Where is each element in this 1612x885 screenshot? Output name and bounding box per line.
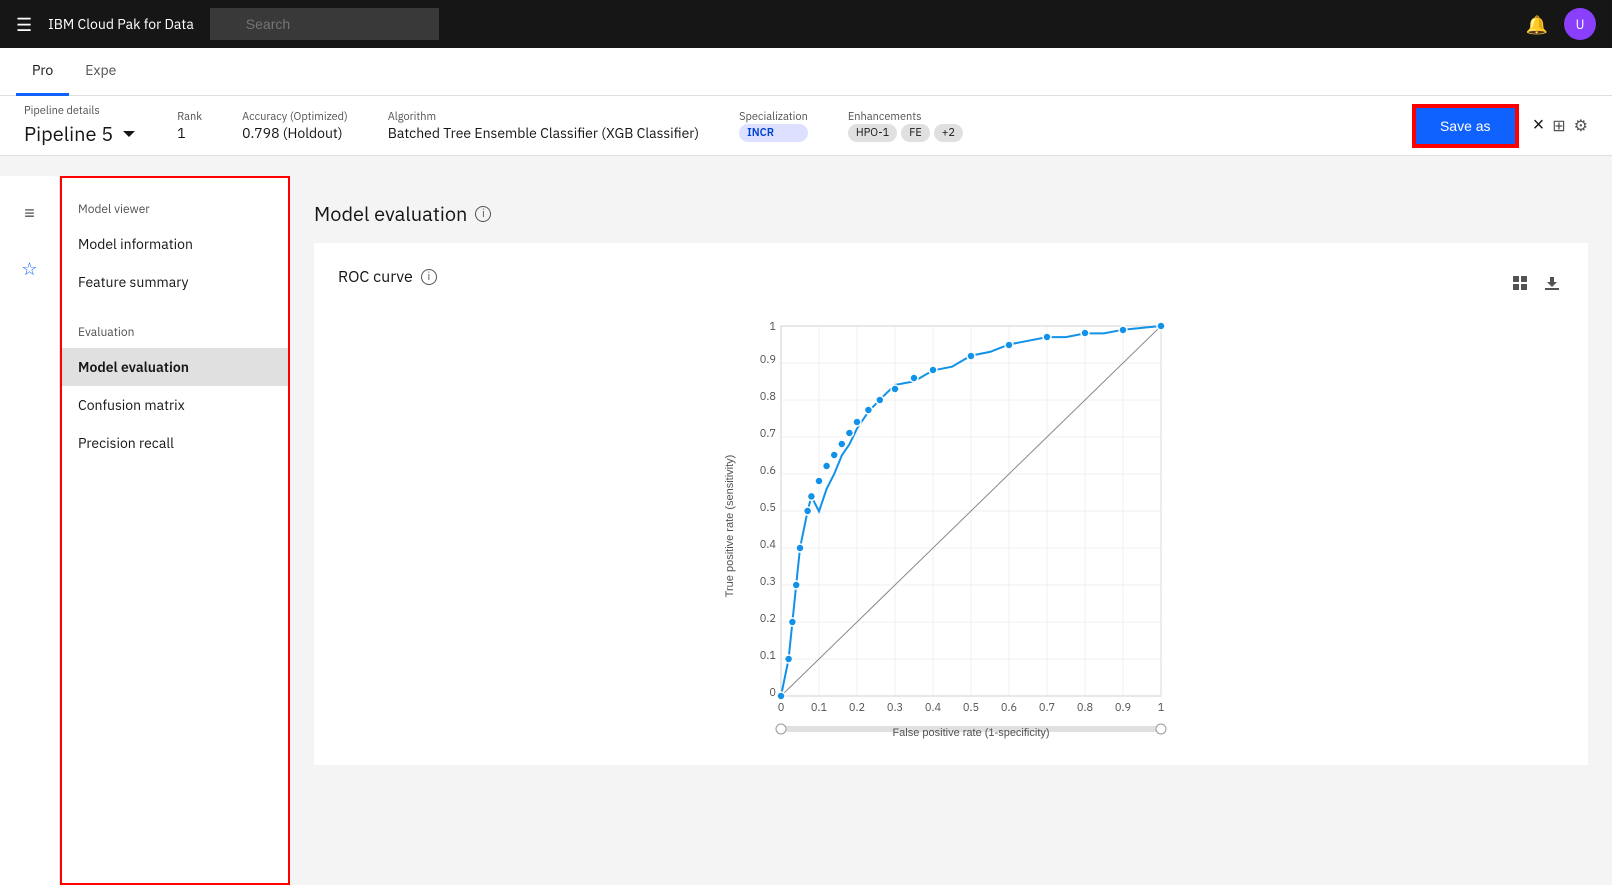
svg-text:0.3: 0.3 [887, 701, 903, 715]
svg-text:0.2: 0.2 [760, 612, 776, 626]
enhancements-meta: Enhancements HPO-1 FE +2 [848, 110, 963, 142]
search-input[interactable] [210, 8, 439, 40]
evaluation-label: Evaluation [62, 317, 288, 348]
chart-table-button[interactable] [1508, 271, 1532, 300]
svg-text:0.6: 0.6 [1001, 701, 1017, 715]
pipeline-title-text: Pipeline 5 [24, 120, 113, 147]
svg-text:0.6: 0.6 [760, 464, 776, 478]
notification-icon[interactable]: 🔔 [1526, 13, 1548, 36]
topnav-right: 🔔 U [1526, 8, 1596, 40]
svg-text:0.1: 0.1 [811, 701, 828, 715]
svg-text:0.5: 0.5 [963, 701, 979, 715]
panel-item-model-evaluation[interactable]: Model evaluation [62, 348, 288, 386]
chart-title: ROC curve i [338, 267, 437, 287]
accuracy-meta: Accuracy (Optimized) 0.798 (Holdout) [242, 110, 348, 142]
enh-badge-fe: FE [901, 124, 930, 142]
pipeline-details-label: Pipeline details [24, 104, 137, 118]
svg-text:0.2: 0.2 [849, 701, 865, 715]
svg-text:True positive rate (sensitivit: True positive rate (sensitivity) [724, 455, 736, 598]
svg-text:0.7: 0.7 [1039, 701, 1055, 715]
section-info-icon[interactable]: i [475, 206, 491, 222]
svg-text:0.8: 0.8 [760, 390, 776, 404]
sidebar-list-icon[interactable]: ≡ [10, 192, 50, 232]
svg-text:0.8: 0.8 [1077, 701, 1093, 715]
brand-name: IBM Cloud Pak for Data [48, 15, 194, 33]
specialization-label: Specialization [739, 110, 808, 124]
panel-item-model-information[interactable]: Model information [62, 225, 288, 263]
svg-text:0.9: 0.9 [1115, 701, 1131, 715]
specialization-badge: INCR [739, 124, 808, 142]
enh-badge-plus: +2 [934, 124, 963, 142]
avatar[interactable]: U [1564, 8, 1596, 40]
accuracy-label: Accuracy (Optimized) [242, 110, 348, 124]
accuracy-value: 0.798 (Holdout) [242, 124, 348, 142]
pipeline-details-group: Pipeline details Pipeline 5 [24, 104, 137, 147]
panel-item-precision-recall[interactable]: Precision recall [62, 424, 288, 462]
rank-meta: Rank 1 [177, 110, 202, 142]
layout-icon[interactable]: ⊞ [1552, 116, 1565, 136]
rank-label: Rank [177, 110, 202, 124]
enh-badge-hpo1: HPO-1 [848, 124, 897, 142]
algorithm-value: Batched Tree Ensemble Classifier (XGB Cl… [388, 124, 699, 142]
header-actions: Save as × ⊞ ⚙ [1414, 106, 1588, 146]
pipeline-title: Pipeline 5 [24, 120, 137, 147]
panel-divider [62, 301, 288, 317]
pipeline-header: Pipeline details Pipeline 5 Rank 1 Accur… [0, 96, 1612, 156]
top-navigation: ☰ IBM Cloud Pak for Data 🔔 U [0, 0, 1612, 48]
secondary-navigation: Pro Expe [0, 48, 1612, 96]
chart-info-icon[interactable]: i [421, 269, 437, 285]
model-viewer-label: Model viewer [62, 194, 288, 225]
svg-text:1: 1 [769, 320, 776, 334]
panel-item-feature-summary[interactable]: Feature summary [62, 263, 288, 301]
sidebar-star-icon[interactable]: ☆ [10, 248, 50, 288]
left-sidebar: ≡ ☆ [0, 176, 60, 885]
rank-value: 1 [177, 124, 202, 142]
specialization-meta: Specialization INCR [739, 110, 808, 142]
algorithm-label: Algorithm [388, 110, 699, 124]
svg-text:0.3: 0.3 [760, 575, 776, 589]
main-content: Model evaluation i ROC curve i [290, 176, 1612, 885]
pipeline-meta: Rank 1 Accuracy (Optimized) 0.798 (Holdo… [177, 110, 1374, 142]
save-as-button[interactable]: Save as [1414, 106, 1517, 146]
menu-icon[interactable]: ☰ [16, 13, 32, 36]
filter-icon[interactable]: ⚙ [1574, 116, 1588, 136]
panel-item-confusion-matrix[interactable]: Confusion matrix [62, 386, 288, 424]
model-viewer-panel: Model viewer Model information Feature s… [60, 176, 290, 885]
svg-text:0: 0 [769, 686, 776, 700]
svg-text:0: 0 [778, 701, 785, 715]
svg-text:0.5: 0.5 [760, 501, 776, 515]
main-layout: ≡ ☆ Model viewer Model information Featu… [0, 176, 1612, 885]
enhancements-badges: HPO-1 FE +2 [848, 124, 963, 142]
svg-text:0.9: 0.9 [760, 353, 776, 367]
section-title: Model evaluation i [314, 200, 1588, 227]
chart-download-button[interactable] [1540, 271, 1564, 300]
close-button[interactable]: × [1533, 114, 1545, 137]
tab-expe[interactable]: Expe [69, 48, 132, 96]
svg-text:0.4: 0.4 [925, 701, 942, 715]
x-axis-label: False positive rate (1-specificity) [892, 727, 1049, 739]
svg-text:0.1: 0.1 [760, 649, 777, 663]
algorithm-meta: Algorithm Batched Tree Ensemble Classifi… [388, 110, 699, 142]
roc-chart-container: True positive rate (sensitivity) [338, 311, 1564, 741]
enhancements-label: Enhancements [848, 110, 963, 124]
svg-text:1: 1 [1158, 701, 1165, 715]
chevron-down-icon[interactable] [121, 126, 137, 142]
chart-card: ROC curve i [314, 243, 1588, 765]
svg-text:0.7: 0.7 [760, 427, 776, 441]
tab-pro[interactable]: Pro [16, 48, 69, 96]
svg-text:0.4: 0.4 [760, 538, 777, 552]
roc-curve-chart: True positive rate (sensitivity) [721, 311, 1181, 741]
chart-header: ROC curve i [338, 267, 1564, 303]
search-wrap [210, 8, 810, 40]
